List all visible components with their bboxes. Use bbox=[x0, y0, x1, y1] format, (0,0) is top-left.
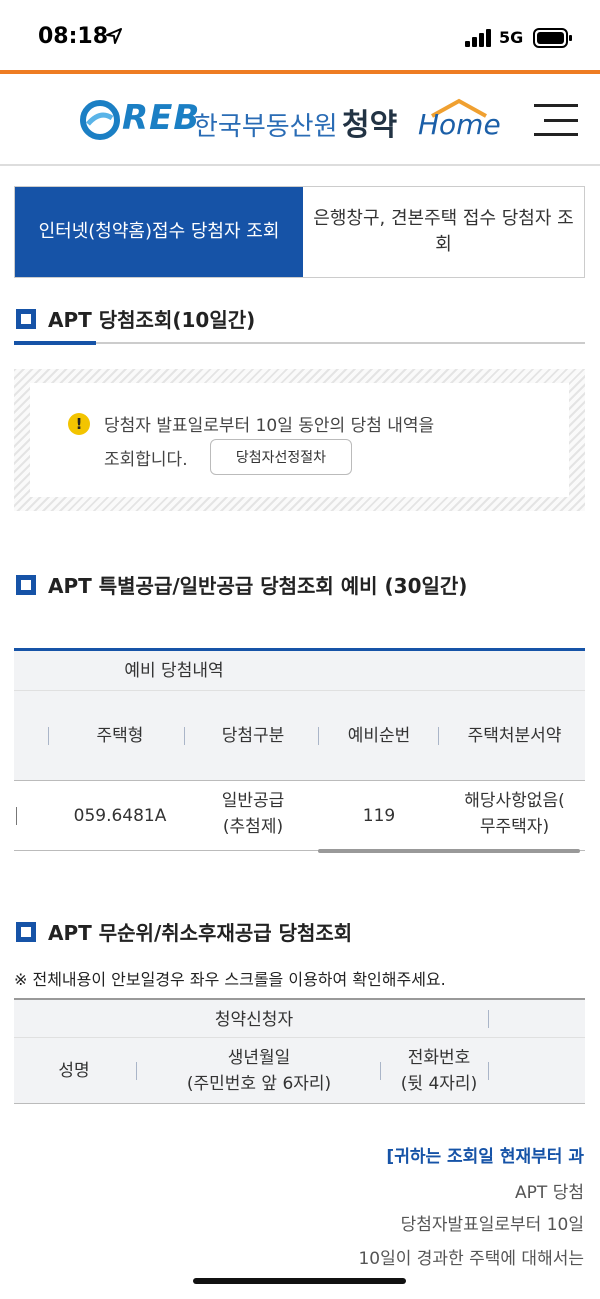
cell-win-type-line1: 일반공급 bbox=[221, 791, 285, 811]
column-separator bbox=[380, 1062, 381, 1080]
table-row: 059.6481A 일반공급 (추첨제) 119 해당사항없음( 무주택자) bbox=[14, 781, 585, 851]
network-label: 5G bbox=[499, 28, 524, 47]
reserve-winner-table[interactable]: 예비 당첨내역 주택형 당첨구분 예비순번 주택처분서약 059.6481A 일… bbox=[14, 648, 585, 853]
notice-text-line2: 조회합니다. bbox=[104, 450, 188, 470]
row-edge-marker bbox=[16, 807, 17, 825]
table-group-header: 청약신청자 bbox=[14, 1000, 585, 1038]
section-title-text: APT 특별공급/일반공급 당첨조회 예비 (30일간) bbox=[48, 574, 468, 598]
signal-bars-icon bbox=[465, 29, 491, 47]
column-separator bbox=[136, 1062, 137, 1080]
column-birth-line2: (주민번호 앞 6자리) bbox=[186, 1074, 332, 1094]
cell-reserve-rank: 119 bbox=[362, 806, 396, 826]
logo-org-name: 한국부동산원 bbox=[194, 112, 338, 142]
section-title-text: APT 당첨조회(10일간) bbox=[48, 308, 256, 332]
section-title-apt-winners: APT 당첨조회(10일간) bbox=[16, 304, 255, 333]
table-column-header: 성명 생년월일 (주민번호 앞 6자리) 전화번호 (뒷 4자리) bbox=[14, 1038, 585, 1104]
square-bullet-icon bbox=[16, 574, 36, 595]
logo-home-text: Home bbox=[418, 108, 501, 141]
column-separator bbox=[48, 727, 49, 745]
column-separator bbox=[488, 1062, 489, 1080]
column-phone-line1: 전화번호 bbox=[407, 1048, 471, 1068]
group-header-label: 예비 당첨내역 bbox=[124, 661, 224, 681]
selection-procedure-button[interactable]: 당첨자선정절차 bbox=[210, 439, 352, 475]
column-separator bbox=[184, 727, 185, 745]
bottom-notice-line4: 10일이 경과한 주택에 대해서는 bbox=[358, 1249, 584, 1269]
tab-bank-winners[interactable]: 은행창구, 견본주택 접수 당첨자 조회 bbox=[303, 187, 584, 277]
scroll-hint-note: ※ 전체내용이 안보일경우 좌우 스크롤을 이용하여 확인해주세요. bbox=[14, 970, 446, 989]
logo-mark-icon bbox=[80, 100, 120, 140]
logo-reb-text: REB bbox=[122, 98, 201, 138]
status-bar: 08:18 5G bbox=[0, 0, 600, 72]
cell-win-type-line2: (추첨제) bbox=[222, 817, 284, 837]
notice-text-line1: 당첨자 발표일로부터 10일 동안의 당첨 내역을 bbox=[104, 416, 435, 436]
cell-house-type: 059.6481A bbox=[73, 806, 167, 826]
section-title-no-rank-winners: APT 무순위/취소후재공급 당첨조회 bbox=[16, 917, 352, 946]
location-arrow-icon bbox=[106, 28, 122, 44]
no-rank-winner-table[interactable]: 청약신청자 성명 생년월일 (주민번호 앞 6자리) 전화번호 (뒷 4자리) bbox=[14, 998, 585, 1104]
cell-disposal-line2: 무주택자) bbox=[479, 817, 550, 837]
hamburger-menu-icon[interactable] bbox=[534, 102, 578, 138]
horizontal-scrollbar[interactable] bbox=[318, 849, 580, 853]
site-header: REB 한국부동산원 청약 Home bbox=[0, 74, 600, 166]
logo-cheongyak-text: 청약 bbox=[342, 108, 398, 143]
battery-icon bbox=[533, 28, 572, 48]
group-header-applicant: 청약신청자 bbox=[214, 1010, 294, 1030]
warning-icon: ! bbox=[68, 413, 90, 435]
bottom-notice-heading: [귀하는 조회일 현재부터 과 bbox=[386, 1147, 584, 1167]
column-house-type: 주택형 bbox=[96, 726, 144, 746]
home-indicator[interactable] bbox=[193, 1278, 406, 1284]
column-separator bbox=[488, 1010, 489, 1028]
status-time: 08:18 bbox=[38, 24, 109, 49]
column-phone-line2: (뒷 4자리) bbox=[400, 1074, 478, 1094]
table-group-header: 예비 당첨내역 bbox=[14, 651, 585, 691]
title-divider-accent bbox=[14, 341, 96, 345]
column-birth-line1: 생년월일 bbox=[227, 1048, 291, 1068]
column-name: 성명 bbox=[58, 1061, 90, 1081]
square-bullet-icon bbox=[16, 308, 36, 329]
result-tabs: 인터넷(청약홈)접수 당첨자 조회 은행창구, 견본주택 접수 당첨자 조회 bbox=[14, 186, 585, 278]
site-logo[interactable]: REB 한국부동산원 청약 Home bbox=[80, 96, 501, 146]
notice-inner: ! 당첨자 발표일로부터 10일 동안의 당첨 내역을 조회합니다. 당첨자선정… bbox=[30, 383, 569, 497]
column-separator bbox=[318, 727, 319, 745]
bottom-notice-line2: APT 당첨 bbox=[515, 1183, 584, 1203]
section-title-reserve-winners: APT 특별공급/일반공급 당첨조회 예비 (30일간) bbox=[16, 570, 467, 599]
table-column-header: 주택형 당첨구분 예비순번 주택처분서약 bbox=[14, 691, 585, 781]
notice-box: ! 당첨자 발표일로부터 10일 동안의 당첨 내역을 조회합니다. 당첨자선정… bbox=[14, 369, 585, 511]
column-disposal-pledge: 주택처분서약 bbox=[467, 726, 562, 746]
tab-internet-winners[interactable]: 인터넷(청약홈)접수 당첨자 조회 bbox=[15, 187, 303, 277]
section-title-text: APT 무순위/취소후재공급 당첨조회 bbox=[48, 921, 353, 945]
column-reserve-rank: 예비순번 bbox=[347, 726, 411, 746]
title-divider bbox=[14, 342, 585, 344]
square-bullet-icon bbox=[16, 921, 36, 942]
cell-disposal-line1: 해당사항없음( bbox=[464, 791, 565, 811]
column-win-type: 당첨구분 bbox=[221, 726, 285, 746]
bottom-notice-line3: 당첨자발표일로부터 10일 bbox=[400, 1215, 584, 1235]
column-separator bbox=[438, 727, 439, 745]
